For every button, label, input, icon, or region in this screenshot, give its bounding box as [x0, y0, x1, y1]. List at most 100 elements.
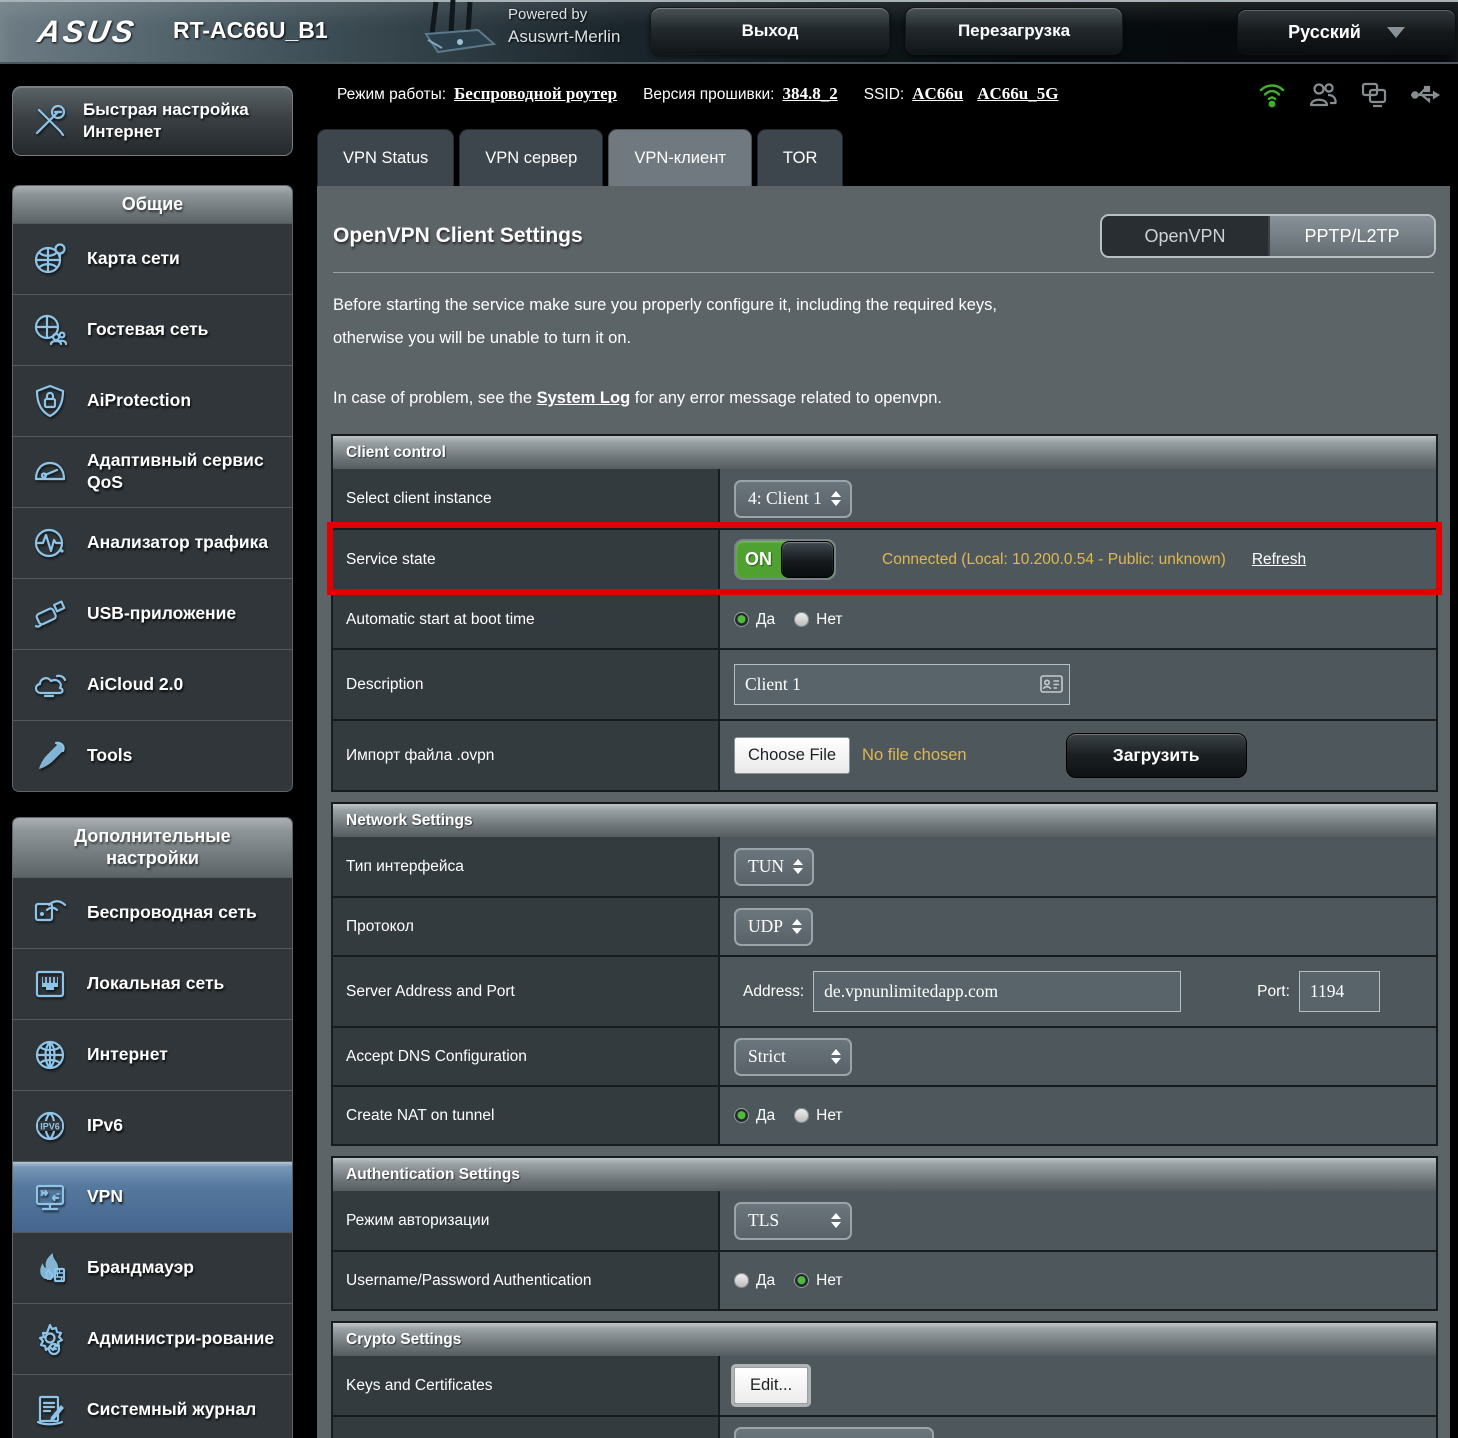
firmware-link[interactable]: 384.8_2: [783, 84, 838, 104]
radio-label: Да: [756, 1107, 775, 1125]
radio-selected-icon: [794, 1273, 809, 1288]
row-label: Импорт файла .ovpn: [333, 721, 720, 790]
sidebar-item-label: Анализатор трафика: [87, 532, 268, 554]
openvpn-type-button[interactable]: OpenVPN: [1102, 216, 1268, 256]
auth-mode-select[interactable]: TLS: [734, 1202, 852, 1240]
sidebar-item-guest-network[interactable]: Гостевая сеть: [13, 294, 292, 365]
tab-tor[interactable]: TOR: [757, 129, 844, 186]
autostart-no-radio[interactable]: Нет: [794, 611, 842, 629]
ssid-24-link[interactable]: AC66u: [912, 84, 963, 104]
sidebar-item-traffic-analyzer[interactable]: Анализатор трафика: [13, 507, 292, 578]
chevron-down-icon: [1387, 27, 1405, 38]
sidebar-item-firewall[interactable]: Брандмауэр: [13, 1232, 292, 1303]
autostart-yes-radio[interactable]: Да: [734, 611, 775, 629]
choose-file-button[interactable]: Choose File: [734, 737, 850, 774]
sidebar-item-ipv6[interactable]: IPV6 IPv6: [13, 1090, 292, 1161]
mode-label: Режим работы:: [337, 86, 446, 104]
wireless-icon: [26, 894, 74, 932]
title-divider: [333, 272, 1434, 273]
autostart-row: Automatic start at boot time Да Нет: [333, 589, 1436, 648]
client-control-table: Client control Select client instance 4:…: [331, 434, 1438, 792]
sidebar-item-vpn[interactable]: VPN: [13, 1161, 292, 1232]
sidebar-item-aiprotection[interactable]: AiProtection: [13, 365, 292, 436]
sidebar: Быстрая настройка Интернет Общие Карта с…: [12, 86, 293, 1438]
sidebar-item-tools[interactable]: Tools: [13, 720, 292, 791]
auth-mode-row: Режим авторизации TLS: [333, 1191, 1436, 1250]
sidebar-item-label: Гостевая сеть: [87, 319, 208, 341]
row-label: Service state: [333, 530, 720, 589]
sidebar-item-wan[interactable]: Интернет: [13, 1019, 292, 1090]
firmware-label: Версия прошивки:: [643, 86, 774, 104]
sidebar-item-label: Tools: [87, 745, 132, 767]
sidebar-item-network-map[interactable]: Карта сети: [13, 223, 292, 294]
top-banner: ASUS RT-AC66U_B1 Powered by Asuswrt-Merl…: [0, 0, 1458, 64]
reboot-button[interactable]: Перезагрузка: [905, 7, 1123, 55]
sidebar-group-general: Общие Карта сети Гостевая сеть AiProtect…: [12, 185, 293, 792]
language-label: Русский: [1288, 22, 1361, 43]
note-post: for any error message related to openvpn…: [630, 389, 942, 407]
refresh-link[interactable]: Refresh: [1252, 551, 1306, 569]
usb-status-icon[interactable]: [1410, 82, 1442, 108]
firewall-flame-icon: [26, 1249, 74, 1287]
language-dropdown[interactable]: Русский: [1237, 9, 1456, 55]
client-instance-select[interactable]: 4: Client 1: [734, 480, 852, 518]
row-label: Cipher Negotiation: [333, 1417, 720, 1438]
server-port-input[interactable]: [1299, 971, 1380, 1012]
nat-yes-radio[interactable]: Да: [734, 1107, 775, 1125]
pptp-type-label: PPTP/L2TP: [1304, 226, 1399, 247]
sidebar-item-usb-application[interactable]: USB-приложение: [13, 578, 292, 649]
contact-card-icon[interactable]: [1040, 675, 1063, 698]
server-address-row: Server Address and Port Address: Port:: [333, 955, 1436, 1026]
wrench-icon: [26, 737, 74, 775]
ipv6-icon: IPV6: [26, 1107, 74, 1145]
server-address-input[interactable]: [813, 971, 1181, 1012]
sidebar-item-aicloud[interactable]: AiCloud 2.0: [13, 649, 292, 720]
no-file-chosen-text: No file chosen: [862, 746, 967, 765]
quick-setup-button[interactable]: Быстрая настройка Интернет: [12, 86, 293, 156]
sidebar-item-label: Беспроводная сеть: [87, 902, 257, 924]
dns-configuration-select[interactable]: Strict: [734, 1038, 852, 1076]
logout-button[interactable]: Выход: [650, 7, 890, 55]
protocol-select[interactable]: UDP: [734, 908, 813, 946]
sidebar-item-administration[interactable]: Администри-рование: [13, 1303, 292, 1374]
sidebar-item-system-log[interactable]: Системный журнал: [13, 1374, 292, 1438]
radio-label: Нет: [816, 1272, 842, 1290]
tab-vpn-client[interactable]: VPN-клиент: [608, 129, 752, 186]
clients-icon[interactable]: [1308, 81, 1338, 109]
sidebar-item-label: Интернет: [87, 1044, 168, 1066]
firmware-name: Asuswrt-Merlin: [508, 27, 620, 47]
crypto-settings-table: Crypto Settings Keys and Certificates Ed…: [331, 1321, 1438, 1438]
service-state-toggle[interactable]: ON: [734, 539, 836, 580]
edit-keys-button[interactable]: Edit...: [734, 1367, 808, 1404]
system-log-link[interactable]: System Log: [537, 389, 631, 407]
mode-link[interactable]: Беспроводной роутер: [454, 84, 617, 104]
advanced-section-title: Дополнительные настройки: [13, 818, 292, 877]
description-input[interactable]: [734, 664, 1070, 705]
upload-button[interactable]: Загрузить: [1066, 733, 1247, 778]
nat-no-radio[interactable]: Нет: [794, 1107, 842, 1125]
devices-icon[interactable]: [1359, 81, 1389, 109]
wifi-status-icon[interactable]: [1257, 80, 1287, 110]
sidebar-item-wireless[interactable]: Беспроводная сеть: [13, 877, 292, 948]
userpass-yes-radio[interactable]: Да: [734, 1272, 775, 1290]
tab-label: VPN сервер: [485, 149, 577, 168]
sidebar-item-qos[interactable]: Адаптивный сервис QoS: [13, 436, 292, 507]
interface-type-select[interactable]: TUN: [734, 848, 814, 886]
select-arrows-icon: [793, 859, 803, 874]
pptp-l2tp-type-button[interactable]: PPTP/L2TP: [1268, 216, 1434, 256]
connection-status: Connected (Local: 10.200.0.54 - Public: …: [882, 551, 1226, 569]
userpass-no-radio[interactable]: Нет: [794, 1272, 842, 1290]
client-instance-value: 4: Client 1: [748, 488, 822, 509]
cipher-negotiation-select[interactable]: Enable (with fallback): [734, 1427, 934, 1438]
select-arrows-icon: [831, 1049, 841, 1064]
sidebar-item-lan[interactable]: Локальная сеть: [13, 948, 292, 1019]
intro-text: Before starting the service make sure yo…: [333, 289, 1434, 355]
tab-vpn-server[interactable]: VPN сервер: [459, 129, 603, 186]
client-control-header: Client control: [333, 436, 1436, 469]
row-label: Create NAT on tunnel: [333, 1087, 720, 1144]
tab-vpn-status[interactable]: VPN Status: [317, 129, 454, 186]
interface-type-row: Тип интерфейса TUN: [333, 837, 1436, 896]
ssid-5g-link[interactable]: AC66u_5G: [977, 84, 1058, 104]
sidebar-item-label: Администри-рование: [87, 1328, 274, 1350]
description-row: Description: [333, 648, 1436, 719]
